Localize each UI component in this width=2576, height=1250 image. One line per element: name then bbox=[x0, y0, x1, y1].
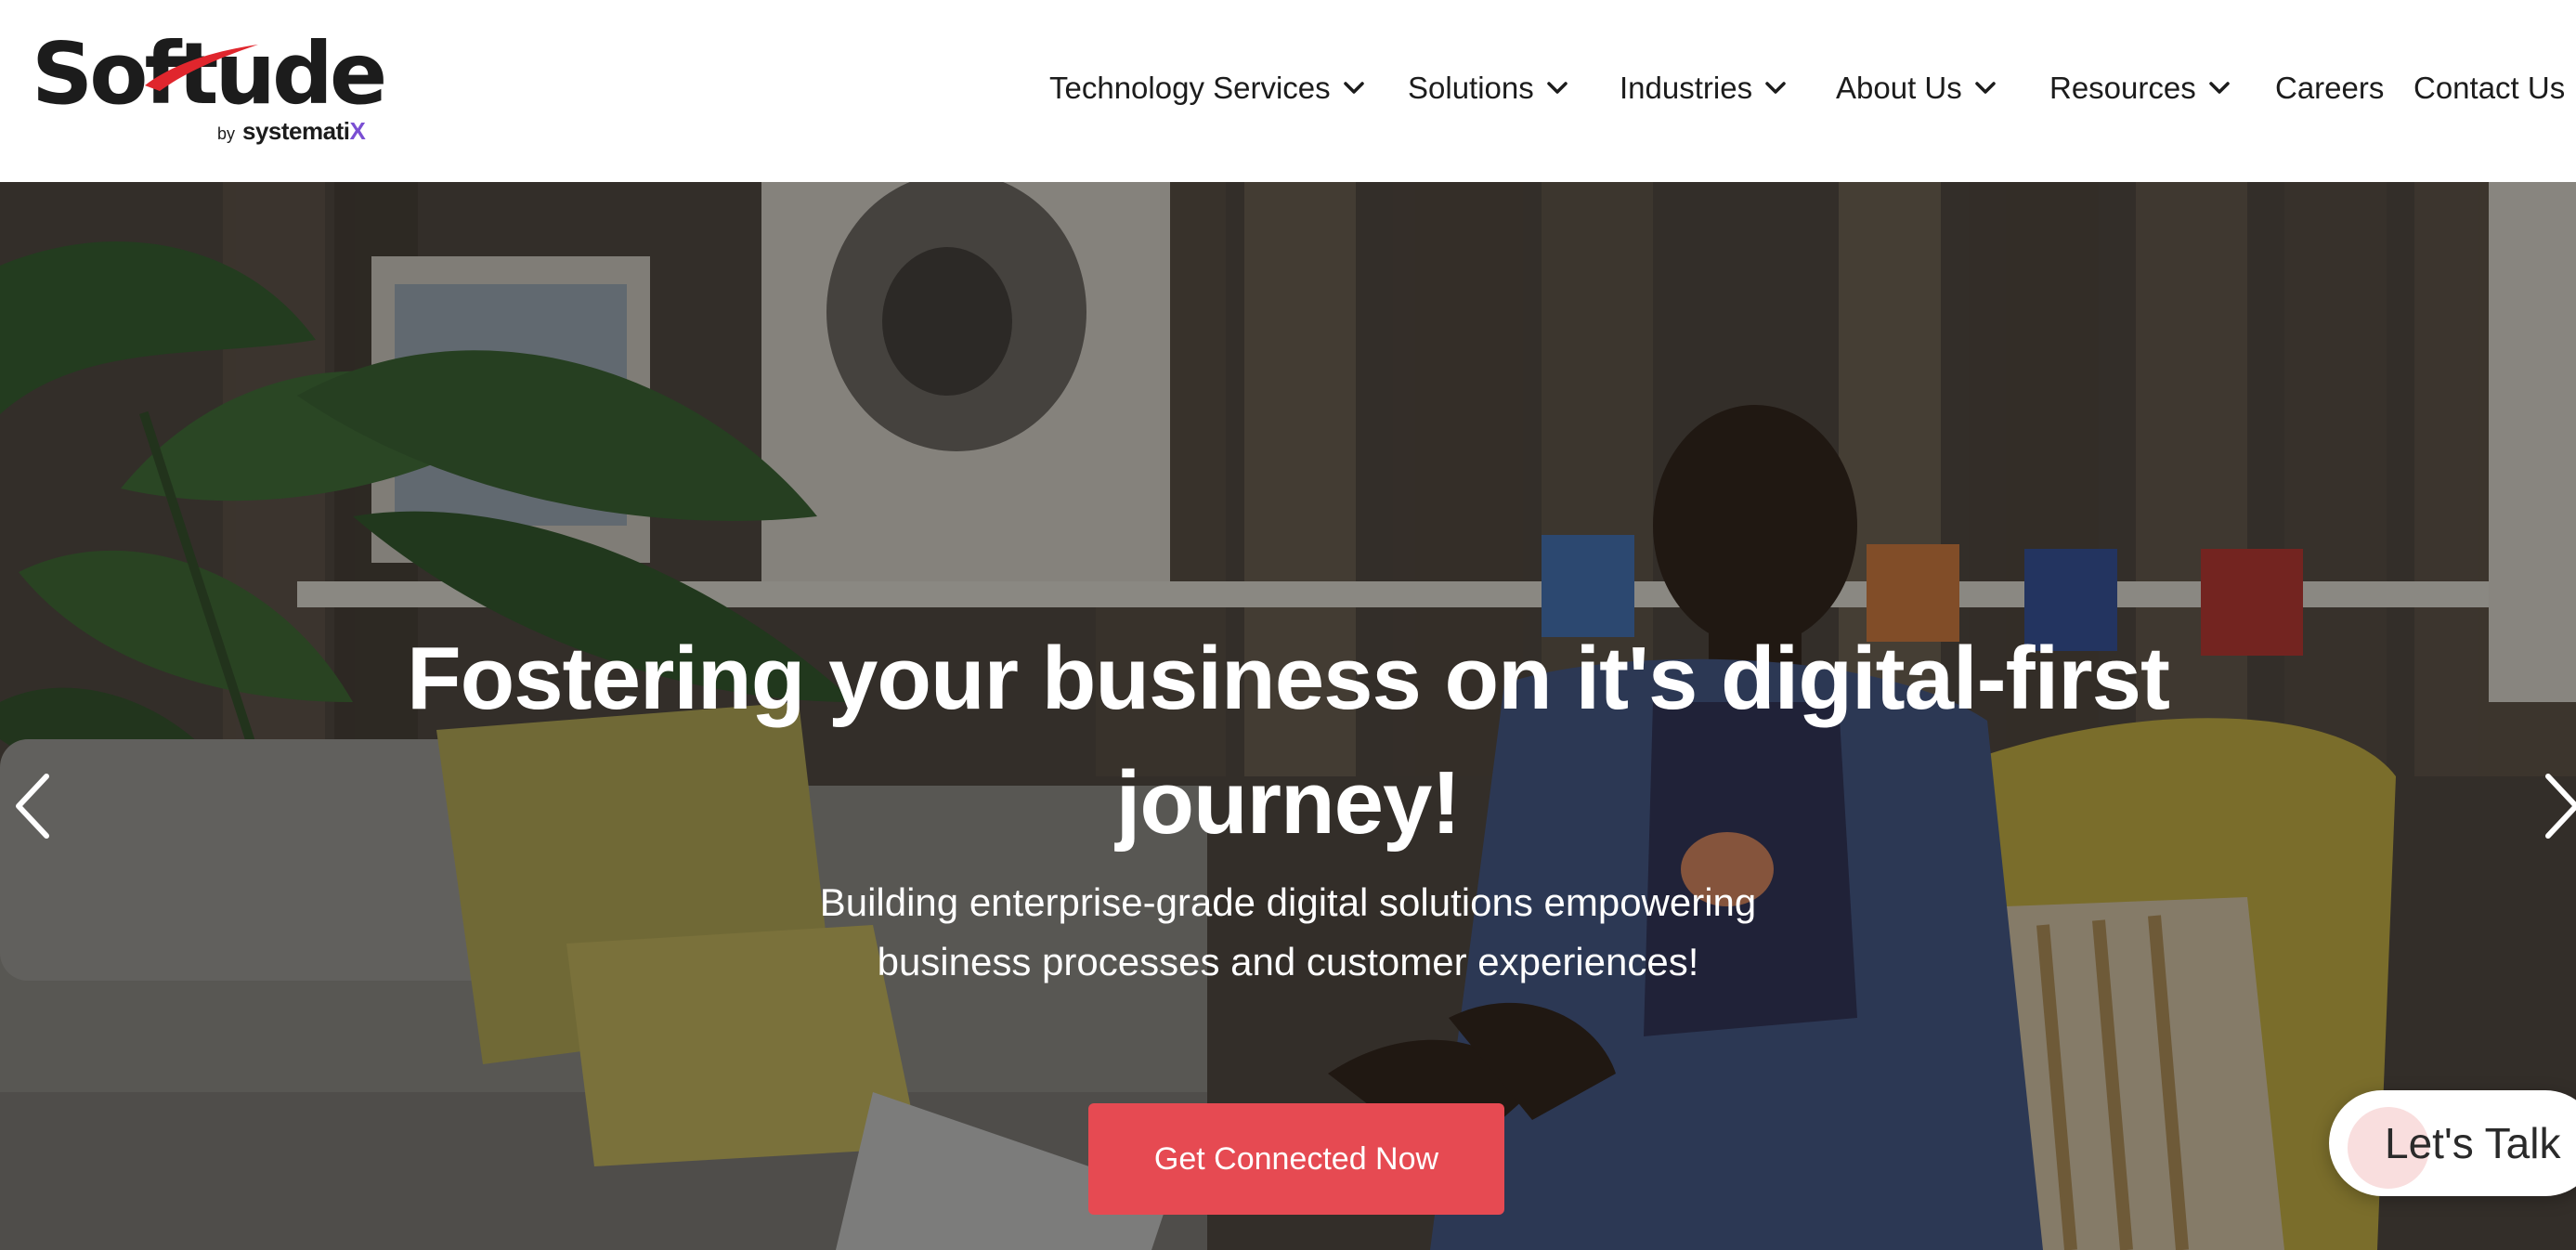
main-nav: Technology Services Solutions Industries… bbox=[0, 65, 2576, 111]
nav-item-about-us[interactable]: About Us bbox=[1836, 65, 1996, 111]
nav-item-industries[interactable]: Industries bbox=[1620, 65, 1786, 111]
chevron-down-icon bbox=[2208, 82, 2230, 94]
nav-item-solutions[interactable]: Solutions bbox=[1408, 65, 1568, 111]
chevron-right-icon[interactable] bbox=[2533, 769, 2576, 843]
lets-talk-chat-widget[interactable]: Let's Talk bbox=[2329, 1090, 2576, 1196]
chevron-down-icon bbox=[1765, 82, 1786, 94]
hero-subtitle: Building enterprise-grade digital soluti… bbox=[819, 880, 1757, 983]
logo-byline: by systematiX bbox=[217, 117, 366, 145]
chevron-down-icon bbox=[1547, 82, 1568, 94]
chevron-left-icon[interactable] bbox=[6, 769, 61, 843]
get-connected-button[interactable]: Get Connected Now bbox=[1088, 1103, 1504, 1215]
hero-title: Fostering your business on it's digital-… bbox=[406, 629, 2170, 853]
nav-item-careers[interactable]: Careers bbox=[2275, 65, 2384, 111]
hero-banner: Fostering your business on it's digital-… bbox=[0, 182, 2576, 1250]
nav-item-technology-services[interactable]: Technology Services bbox=[1049, 65, 1364, 111]
nav-item-resources[interactable]: Resources bbox=[2049, 65, 2230, 111]
site-header: Softude by systematiX Technology Services… bbox=[0, 0, 2576, 182]
chevron-down-icon bbox=[1975, 82, 1996, 94]
lets-talk-label: Let's Talk bbox=[2385, 1119, 2561, 1167]
nav-item-contact-us[interactable]: Contact Us bbox=[2413, 65, 2565, 111]
chevron-down-icon bbox=[1343, 82, 1364, 94]
